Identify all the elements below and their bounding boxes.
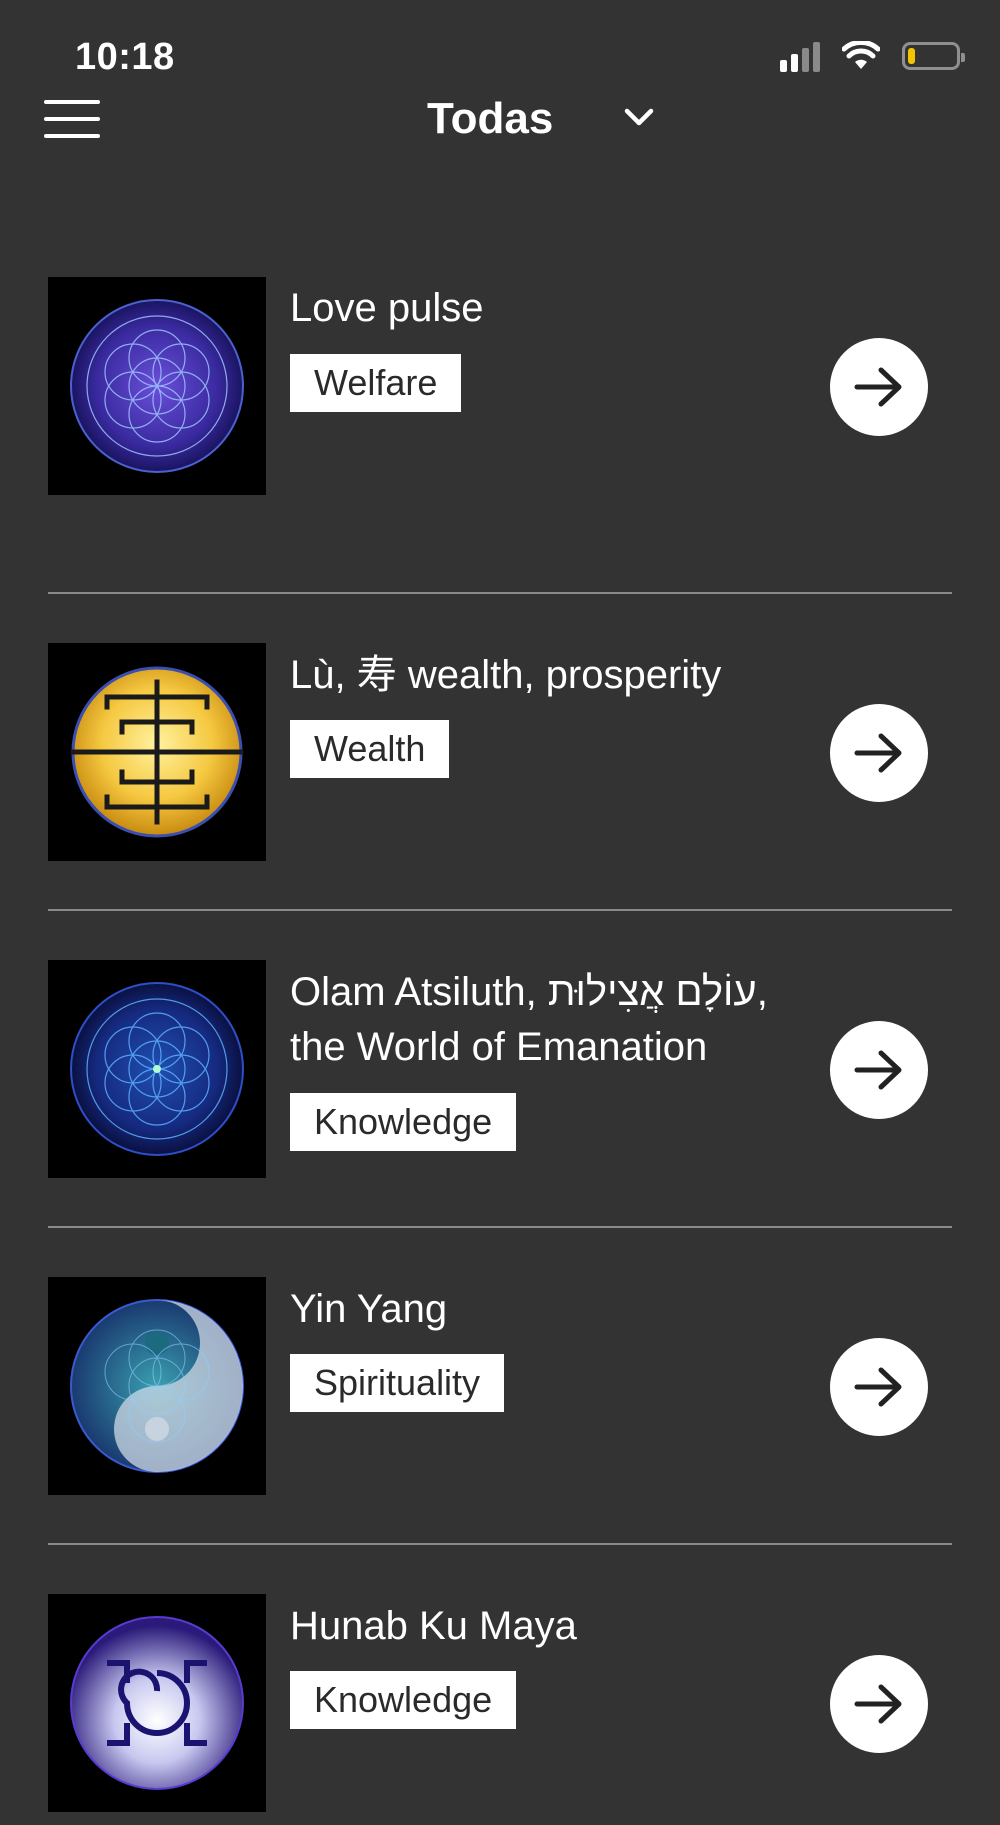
item-title: Yin Yang bbox=[290, 1287, 448, 1331]
signal-icon bbox=[780, 40, 820, 72]
page-title[interactable]: Todas bbox=[427, 94, 553, 144]
hamburger-menu-icon[interactable] bbox=[44, 100, 100, 140]
item-title: Olam Atsiluth, עוֹלָם אֲצִילוּת, the Wor… bbox=[290, 970, 768, 1069]
arrow-right-icon bbox=[854, 1367, 902, 1407]
yin-yang-image bbox=[48, 1277, 266, 1495]
header: Todas bbox=[0, 90, 1000, 152]
battery-fill bbox=[908, 48, 915, 64]
category-tag: Welfare bbox=[290, 354, 462, 412]
wifi-icon bbox=[842, 41, 880, 69]
status-icons bbox=[780, 40, 965, 72]
list-item[interactable]: Love pulse Welfare bbox=[48, 277, 952, 594]
open-button[interactable] bbox=[830, 338, 928, 436]
flower-of-life-blue-image bbox=[48, 960, 266, 1178]
arrow-right-icon bbox=[854, 367, 902, 407]
category-tag: Knowledge bbox=[290, 1093, 517, 1151]
chevron-down-icon[interactable] bbox=[622, 102, 656, 132]
list-item[interactable]: Yin Yang Spirituality bbox=[48, 1228, 952, 1545]
item-title: Hunab Ku Maya bbox=[290, 1604, 577, 1648]
open-button[interactable] bbox=[830, 1655, 928, 1753]
item-title: Lù, 寿 wealth, prosperity bbox=[290, 653, 722, 697]
item-title: Love pulse bbox=[290, 286, 484, 330]
status-time: 10:18 bbox=[75, 36, 175, 78]
arrow-right-icon bbox=[854, 1684, 902, 1724]
category-tag: Spirituality bbox=[290, 1354, 505, 1412]
arrow-right-icon bbox=[854, 733, 902, 773]
list-item[interactable]: Hunab Ku Maya Knowledge bbox=[48, 1545, 952, 1825]
list-item[interactable]: Olam Atsiluth, עוֹלָם אֲצִילוּת, the Wor… bbox=[48, 911, 952, 1228]
meditation-list: Love pulse Welfare Lù, 寿 wealth, prosper… bbox=[48, 277, 952, 1825]
flower-of-life-purple-image bbox=[48, 277, 266, 495]
open-button[interactable] bbox=[830, 1021, 928, 1119]
open-button[interactable] bbox=[830, 1338, 928, 1436]
category-tag: Wealth bbox=[290, 720, 450, 778]
category-tag: Knowledge bbox=[290, 1671, 517, 1729]
golden-shou-symbol-image bbox=[48, 643, 266, 861]
open-button[interactable] bbox=[830, 704, 928, 802]
list-item[interactable]: Lù, 寿 wealth, prosperity Wealth bbox=[48, 594, 952, 911]
arrow-right-icon bbox=[854, 1050, 902, 1090]
status-bar: 10:18 bbox=[0, 0, 1000, 90]
battery-icon bbox=[902, 42, 965, 70]
hunab-ku-image bbox=[48, 1594, 266, 1812]
